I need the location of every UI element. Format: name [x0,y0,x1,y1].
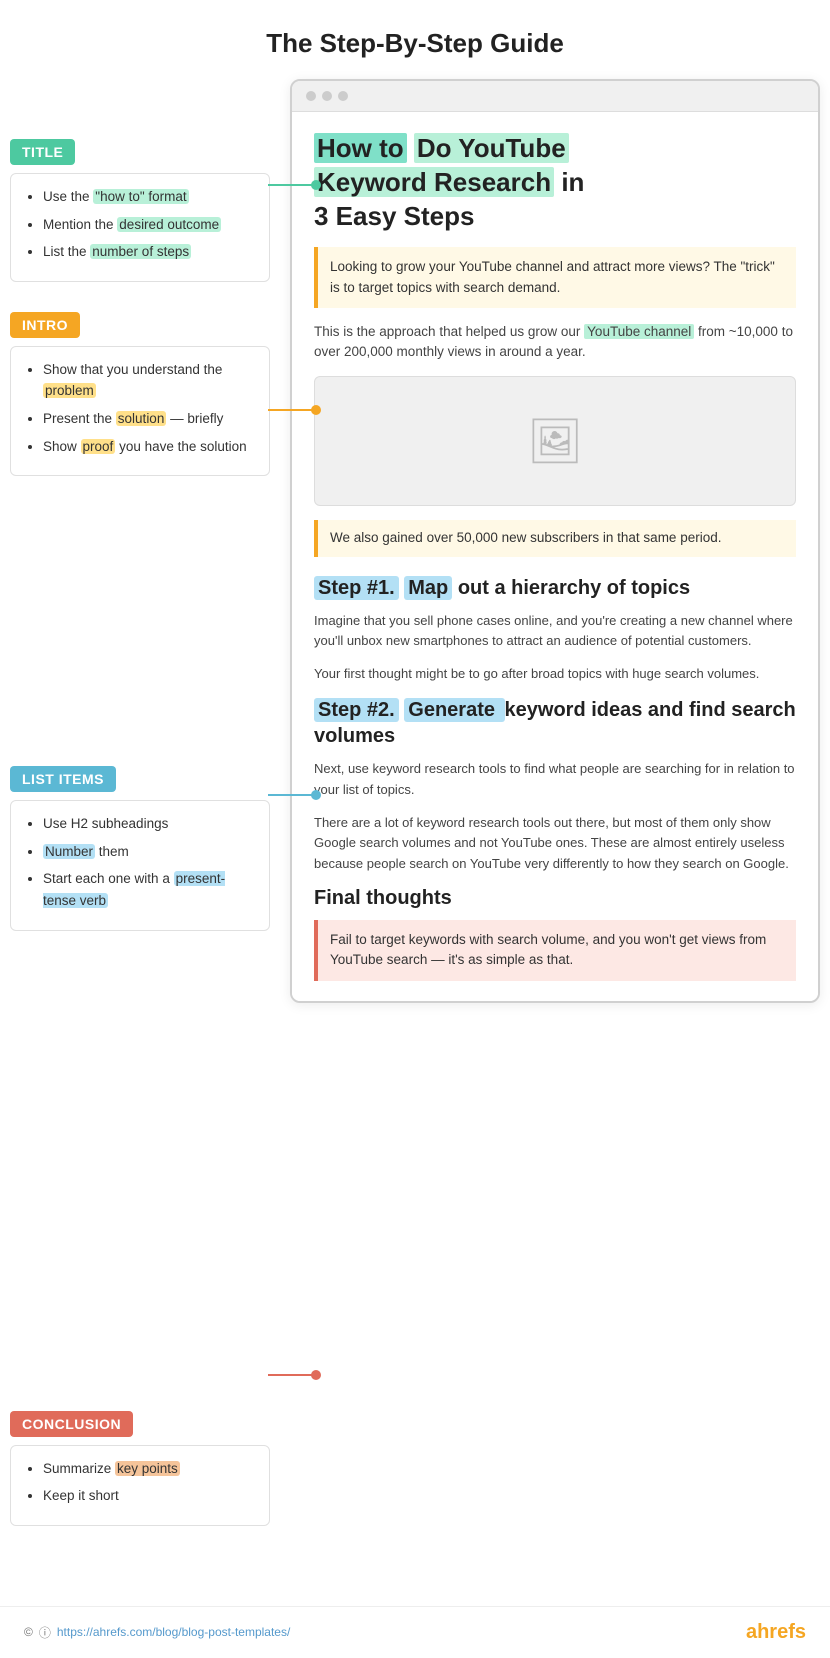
page-wrapper: The Step-By-Step Guide TITLE Use the "ho… [0,0,830,1658]
intro-item-1: Show that you understand the problem [43,359,255,402]
step2-heading: Step #2. Generate keyword ideas and find… [314,697,796,749]
title-label: TITLE [10,139,75,165]
footer-info-icon: ⓘ [39,1624,51,1641]
browser-dot-1 [306,91,316,101]
highlight-proof: proof [81,439,116,454]
step1-label: Step #1. [314,576,399,600]
intro-para-text: This is the approach that helped us grow… [314,324,793,359]
highlight-solution: solution [116,411,167,426]
image-placeholder: 🖼 [314,376,796,506]
highlight-number: Number [43,844,95,859]
main-layout: TITLE Use the "how to" format Mention th… [0,79,830,1596]
highlight-key-points: key points [115,1461,180,1476]
step2-generate: Generate [404,698,504,722]
list-item-3: Start each one with a present-tense verb [43,868,255,911]
title-keyword-research: Keyword Research [314,167,554,197]
step1-map: Map [404,576,452,600]
intro-label: INTRO [10,312,80,338]
step1-p2: Your first thought might be to go after … [314,664,796,685]
footer: © ⓘ https://ahrefs.com/blog/blog-post-te… [0,1606,830,1658]
intro-box: Show that you understand the problem Pre… [10,346,270,476]
list-items-box: Use H2 subheadings Number them Start eac… [10,800,270,930]
title-item-2: Mention the desired outcome [43,214,255,236]
browser-dot-3 [338,91,348,101]
list-items-section: LIST ITEMS Use H2 subheadings Number the… [10,766,270,930]
title-do-youtube: Do YouTube [414,133,569,163]
title-item-3: List the number of steps [43,241,255,263]
caption-box: We also gained over 50,000 new subscribe… [314,520,796,556]
highlight-present-tense: present-tense verb [43,871,225,908]
intro-highlight-box: Looking to grow your YouTube channel and… [314,247,796,308]
page-title: The Step-By-Step Guide [0,0,830,79]
conclusion-highlight-box: Fail to target keywords with search volu… [314,920,796,981]
footer-logo: ahrefs [746,1621,806,1644]
list-items-label: LIST ITEMS [10,766,116,792]
intro-item-2: Present the solution — briefly [43,408,255,430]
conclusion-box: Summarize key points Keep it short [10,1445,270,1526]
title-item-1: Use the "how to" format [43,186,255,208]
step2-label: Step #2. [314,698,399,722]
title-box: Use the "how to" format Mention the desi… [10,173,270,282]
step2-p2: There are a lot of keyword research tool… [314,813,796,875]
hl-youtube-channel: YouTube channel [584,324,694,339]
caption-text: We also gained over 50,000 new subscribe… [330,530,721,545]
title-how-to: How to [314,133,414,163]
highlight-desired-outcome: desired outcome [117,217,221,232]
highlight-how-to: "how to" format [93,189,188,204]
conclusion-item-2: Keep it short [43,1485,255,1507]
footer-url[interactable]: https://ahrefs.com/blog/blog-post-templa… [57,1625,290,1639]
browser-window: How to Do YouTube Keyword Research in 3 … [290,79,820,1003]
list-item-1: Use H2 subheadings [43,813,255,835]
intro-box-text: Looking to grow your YouTube channel and… [330,259,775,294]
step1-heading: Step #1. Map out a hierarchy of topics [314,575,796,601]
list-item-2: Number them [43,841,255,863]
conclusion-item-1: Summarize key points [43,1458,255,1480]
conclusion-section: CONCLUSION Summarize key points Keep it … [10,1411,270,1526]
final-thoughts-heading: Final thoughts [314,887,796,910]
title-easy-steps: 3 Easy Steps [314,201,474,231]
footer-left: © ⓘ https://ahrefs.com/blog/blog-post-te… [24,1624,290,1641]
highlight-problem: problem [43,383,96,398]
conclusion-label: CONCLUSION [10,1411,133,1437]
browser-bar [292,81,818,112]
title-section: TITLE Use the "how to" format Mention th… [10,139,270,282]
intro-section: INTRO Show that you understand the probl… [10,312,270,476]
browser-content: How to Do YouTube Keyword Research in 3 … [292,112,818,1001]
step2-p1: Next, use keyword research tools to find… [314,759,796,801]
footer-cc-icon: © [24,1625,33,1639]
browser-dot-2 [322,91,332,101]
step1-p1: Imagine that you sell phone cases online… [314,611,796,653]
highlight-number-steps: number of steps [90,244,191,259]
image-icon: 🖼 [527,415,583,467]
conclusion-text: Fail to target keywords with search volu… [330,932,766,967]
intro-paragraph: This is the approach that helped us grow… [314,322,796,363]
article-title: How to Do YouTube Keyword Research in 3 … [314,132,796,233]
left-panel: TITLE Use the "how to" format Mention th… [10,79,280,1556]
intro-item-3: Show proof you have the solution [43,436,255,458]
